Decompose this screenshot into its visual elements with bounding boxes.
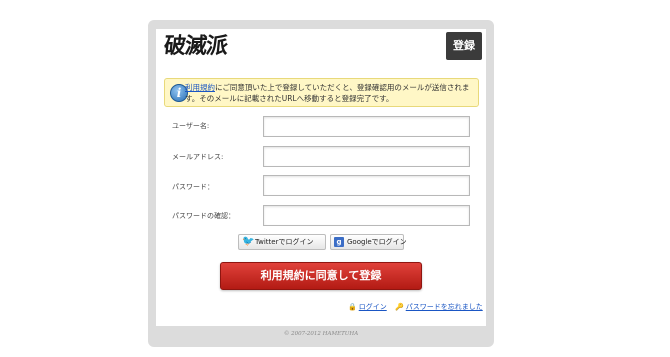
password-label: パスワード：	[172, 183, 214, 191]
google-login-label: Googleでログイン	[347, 238, 407, 246]
password-confirm-input[interactable]	[263, 205, 470, 226]
register-tab[interactable]: 登録	[446, 32, 482, 60]
google-icon: g	[334, 237, 344, 247]
forgot-password-link[interactable]: 🔑 パスワードを忘れました	[395, 302, 483, 312]
notice-text: 利用規約にご同意頂いた上で登録していただくと、登録確認用のメールが送信されます。…	[185, 82, 477, 104]
key-icon: 🔑	[395, 303, 404, 311]
google-login-button[interactable]: g Googleでログイン	[330, 234, 407, 250]
login-link[interactable]: 🔒 ログイン	[348, 302, 387, 312]
twitter-login-label: Twitterでログイン	[255, 238, 314, 246]
copyright-text: © 2007-2012 HAMETUHA	[283, 331, 359, 337]
username-label: ユーザー名:	[172, 122, 210, 130]
lock-icon: 🔒	[348, 303, 357, 311]
username-input[interactable]	[263, 116, 470, 137]
password-input[interactable]	[263, 175, 470, 196]
terms-link[interactable]: 利用規約	[185, 83, 215, 92]
twitter-bird-icon: 🐦	[242, 236, 255, 247]
twitter-login-button[interactable]: 🐦 Twitterでログイン	[238, 234, 326, 250]
agree-register-button[interactable]: 利用規約に同意して登録	[220, 262, 422, 290]
info-notice: i 利用規約にご同意頂いた上で登録していただくと、登録確認用のメールが送信されま…	[164, 78, 479, 107]
notice-body: にご同意頂いた上で登録していただくと、登録確認用のメールが送信されます。そのメー…	[185, 83, 470, 103]
forgot-password-label: パスワードを忘れました	[405, 303, 483, 311]
password-confirm-label: パスワードの確認：	[172, 212, 235, 220]
email-input[interactable]	[263, 146, 470, 167]
site-logo[interactable]: 破滅派	[162, 31, 245, 61]
login-link-label: ログイン	[358, 303, 387, 311]
email-label: メールアドレス:	[172, 153, 224, 161]
